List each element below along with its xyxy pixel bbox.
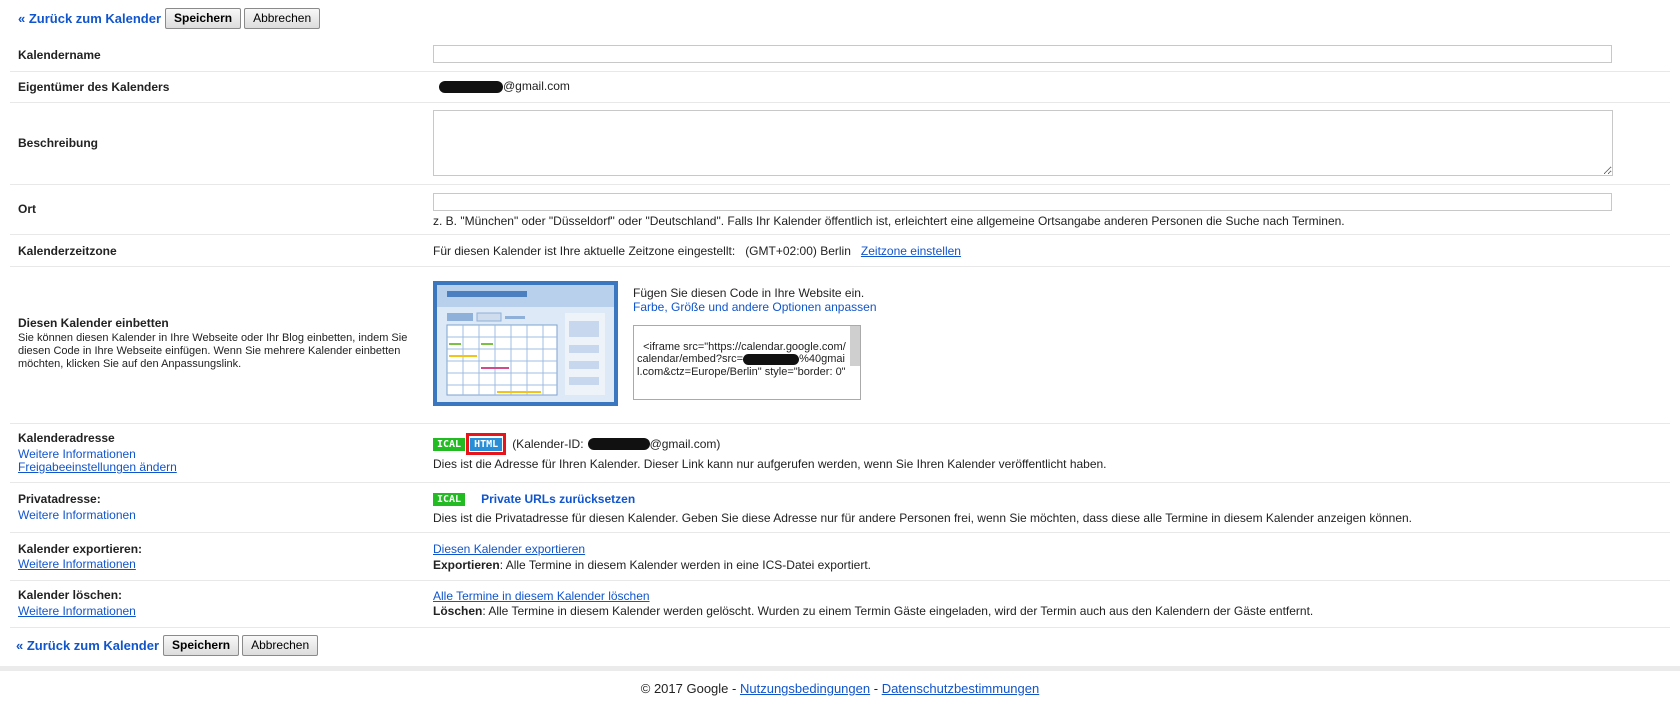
embed-description: Sie können diesen Kalender in Ihre Webse… [18, 332, 408, 370]
bottom-toolbar: « Zurück zum Kalender Speichern Abbreche… [16, 634, 321, 656]
calendar-address-label: Kalenderadresse [18, 431, 115, 445]
timezone-zone: (GMT+02:00) Berlin [745, 244, 851, 258]
location-hint: z. B. "München" oder "Düsseldorf" oder "… [433, 214, 1345, 228]
private-more-info-link[interactable]: Weitere Informationen [18, 509, 136, 522]
row-timezone: Kalenderzeitzone Für diesen Kalender ist… [10, 234, 1670, 267]
cancel-button[interactable]: Abbrechen [244, 7, 321, 29]
timezone-value: Für diesen Kalender ist Ihre aktuelle Ze… [433, 244, 961, 258]
timezone-label: Kalenderzeitzone [18, 244, 117, 258]
calendar-name-label: Kalendername [18, 48, 101, 62]
calendar-preview-image [433, 281, 618, 406]
top-toolbar: « Zurück zum Kalender Speichern Abbreche… [18, 7, 323, 29]
footer: © 2017 Google - Nutzungsbedingungen - Da… [0, 681, 1680, 696]
row-location: Ort z. B. "München" oder "Düsseldorf" od… [10, 184, 1670, 235]
html-button-highlight: HTML [466, 433, 507, 455]
calendar-id-suffix: @gmail.com) [649, 437, 721, 451]
row-delete: Kalender löschen: Weitere Informationen … [10, 580, 1670, 628]
calendar-id-prefix: (Kalender-ID: [512, 437, 584, 451]
calendar-address-links: Weitere Informationen Freigabeeinstellun… [18, 448, 177, 474]
row-owner: Eigentümer des Kalenders @gmail.com [10, 71, 1670, 103]
embed-label: Diesen Kalender einbetten [18, 316, 169, 330]
timezone-text: Für diesen Kalender ist Ihre aktuelle Ze… [433, 244, 736, 258]
export-note: Exportieren: Alle Termine in diesem Kale… [433, 558, 871, 572]
location-label: Ort [18, 202, 36, 216]
redacted-id [743, 353, 800, 365]
footer-copyright: © 2017 Google - [640, 681, 737, 696]
delete-more-info-link[interactable]: Weitere Informationen [18, 605, 136, 618]
footer-divider [0, 666, 1680, 671]
save-button[interactable]: Speichern [165, 7, 242, 29]
reset-private-urls-link[interactable]: Private URLs zurücksetzen [481, 492, 635, 506]
footer-separator: - [873, 681, 879, 696]
row-calendar-name: Kalendername [10, 38, 1670, 72]
delete-links: Weitere Informationen [18, 605, 136, 618]
export-links: Weitere Informationen [18, 558, 136, 571]
sharing-settings-link[interactable]: Freigabeeinstellungen ändern [18, 461, 177, 474]
calendar-name-input[interactable] [433, 45, 1612, 63]
ical-button[interactable]: ICAL [433, 437, 466, 451]
row-calendar-address: Kalenderadresse Weitere Informationen Fr… [10, 423, 1670, 483]
set-timezone-link[interactable]: Zeitzone einstellen [861, 244, 961, 258]
embed-code-textarea[interactable]: <iframe src="https://calendar.google.com… [633, 325, 861, 400]
embed-intro: Fügen Sie diesen Code in Ihre Website ei… [633, 286, 865, 300]
calendar-address-buttons: ICAL HTML (Kalender-ID: @gmail.com) [433, 433, 720, 455]
delete-all-events-link[interactable]: Alle Termine in diesem Kalender löschen [433, 589, 650, 603]
privacy-link[interactable]: Datenschutzbestimmungen [882, 681, 1040, 696]
location-input[interactable] [433, 193, 1612, 211]
row-private-address: Privatadresse: Weitere Informationen ICA… [10, 482, 1670, 533]
redacted-calendar-id [587, 438, 650, 450]
back-to-calendar-link-bottom[interactable]: « Zurück zum Kalender [16, 638, 159, 653]
private-address-buttons: ICAL Private URLs zurücksetzen [433, 492, 635, 506]
private-address-note: Dies ist die Privatadresse für diesen Ka… [433, 511, 1413, 525]
owner-value: @gmail.com [439, 79, 570, 93]
description-textarea[interactable] [433, 110, 1613, 176]
row-export: Kalender exportieren: Weitere Informatio… [10, 532, 1670, 581]
terms-link[interactable]: Nutzungsbedingungen [740, 681, 870, 696]
calendar-address-note: Dies ist die Adresse für Ihren Kalender.… [433, 457, 1107, 471]
delete-label: Kalender löschen: [18, 588, 123, 602]
html-button[interactable]: HTML [469, 437, 504, 452]
back-to-calendar-link[interactable]: « Zurück zum Kalender [18, 11, 161, 26]
export-label: Kalender exportieren: [18, 542, 143, 556]
cancel-button-bottom[interactable]: Abbrechen [242, 634, 319, 656]
export-more-info-link[interactable]: Weitere Informationen [18, 558, 136, 571]
description-label: Beschreibung [18, 136, 99, 150]
delete-note: Löschen: Alle Termine in diesem Kalender… [433, 604, 1314, 618]
export-calendar-link[interactable]: Diesen Kalender exportieren [433, 542, 585, 556]
private-ical-button[interactable]: ICAL [433, 492, 466, 506]
customize-embed-link[interactable]: Farbe, Größe und andere Optionen anpasse… [633, 300, 877, 314]
owner-label: Eigentümer des Kalenders [18, 80, 170, 94]
embed-code-scrollbar[interactable] [850, 326, 860, 366]
private-address-label: Privatadresse: [18, 492, 101, 506]
row-description: Beschreibung [10, 102, 1670, 185]
save-button-bottom[interactable]: Speichern [163, 634, 240, 656]
private-address-links: Weitere Informationen [18, 509, 136, 522]
redacted-email [439, 80, 503, 93]
